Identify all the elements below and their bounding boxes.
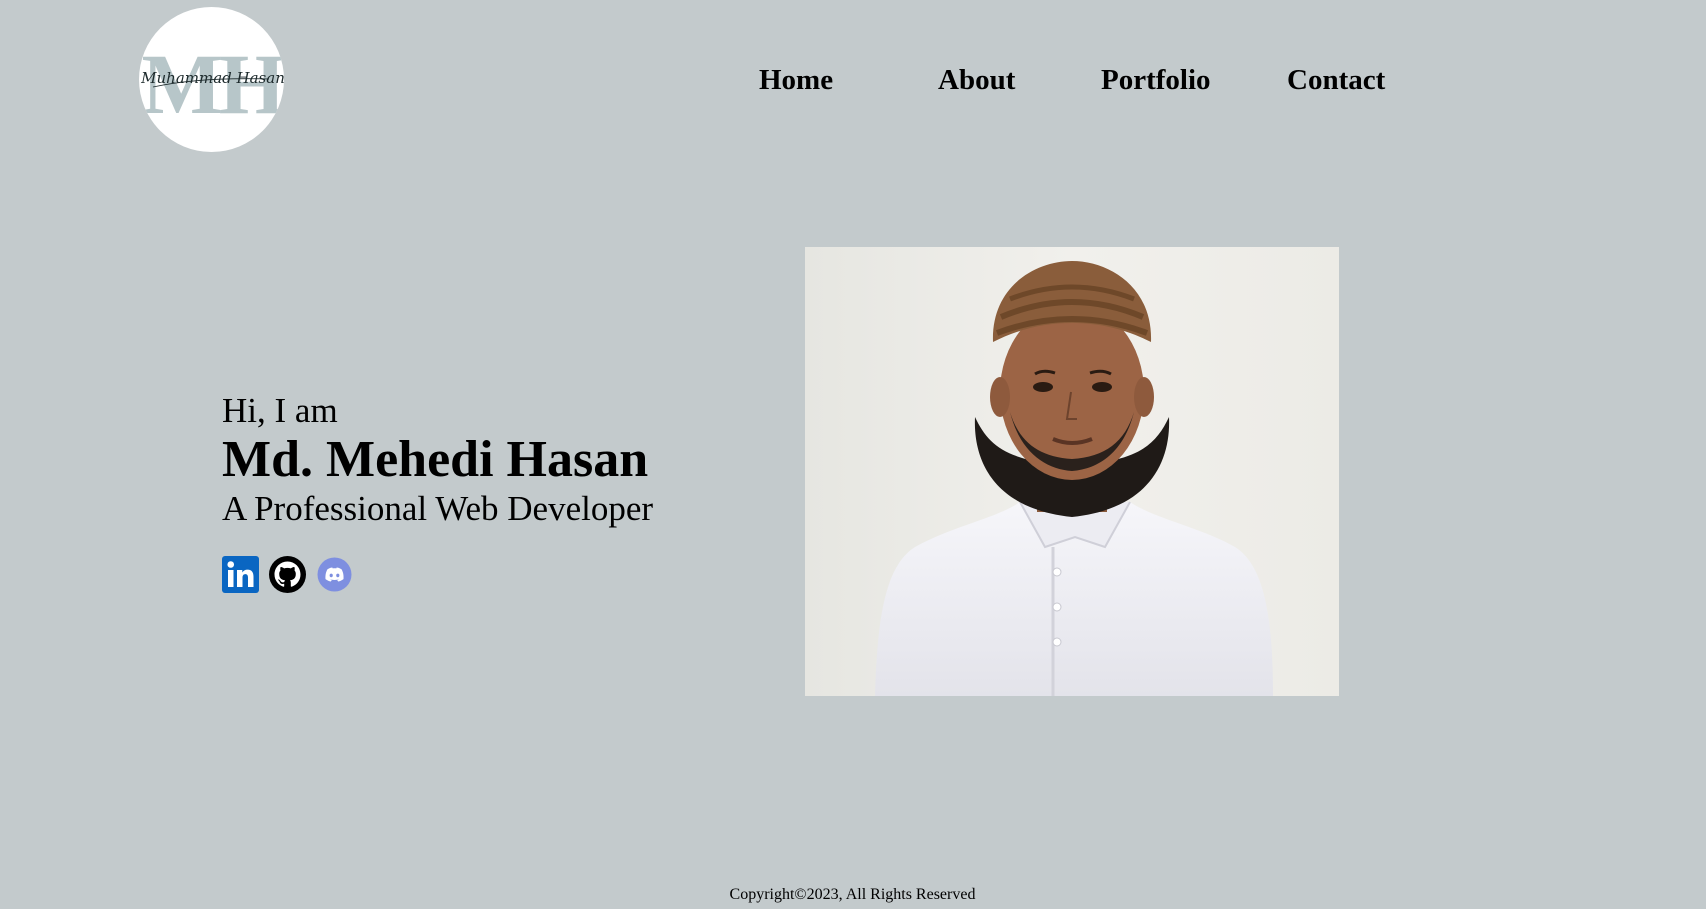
- page: MH Muhammad Hasan Home About Portfolio C…: [0, 0, 1706, 912]
- hero-role: A Professional Web Developer: [222, 489, 654, 528]
- hero-name: Md. Mehedi Hasan: [222, 431, 649, 488]
- site-footer: Copyright©2023, All Rights Reserved: [0, 884, 1706, 906]
- linkedin-icon: [222, 555, 259, 593]
- nav-contact[interactable]: Contact: [1287, 58, 1385, 102]
- github-icon: [269, 555, 306, 593]
- portrait-illustration: [805, 247, 1339, 696]
- main-nav: Home About Portfolio Contact: [0, 58, 1706, 102]
- hero-greeting: Hi, I am: [222, 391, 338, 430]
- social-links: [222, 555, 722, 593]
- nav-portfolio[interactable]: Portfolio: [1101, 58, 1211, 102]
- hero-intro: Hi, I am Md. Mehedi Hasan A Professional…: [222, 391, 722, 593]
- nav-about[interactable]: About: [938, 58, 1015, 102]
- linkedin-link[interactable]: [222, 555, 259, 593]
- profile-photo: [805, 247, 1339, 696]
- discord-link[interactable]: [316, 556, 353, 593]
- copyright-text: Copyright©2023, All Rights Reserved: [729, 886, 976, 903]
- nav-home[interactable]: Home: [759, 58, 833, 102]
- discord-icon: [317, 557, 352, 591]
- github-link[interactable]: [269, 555, 306, 593]
